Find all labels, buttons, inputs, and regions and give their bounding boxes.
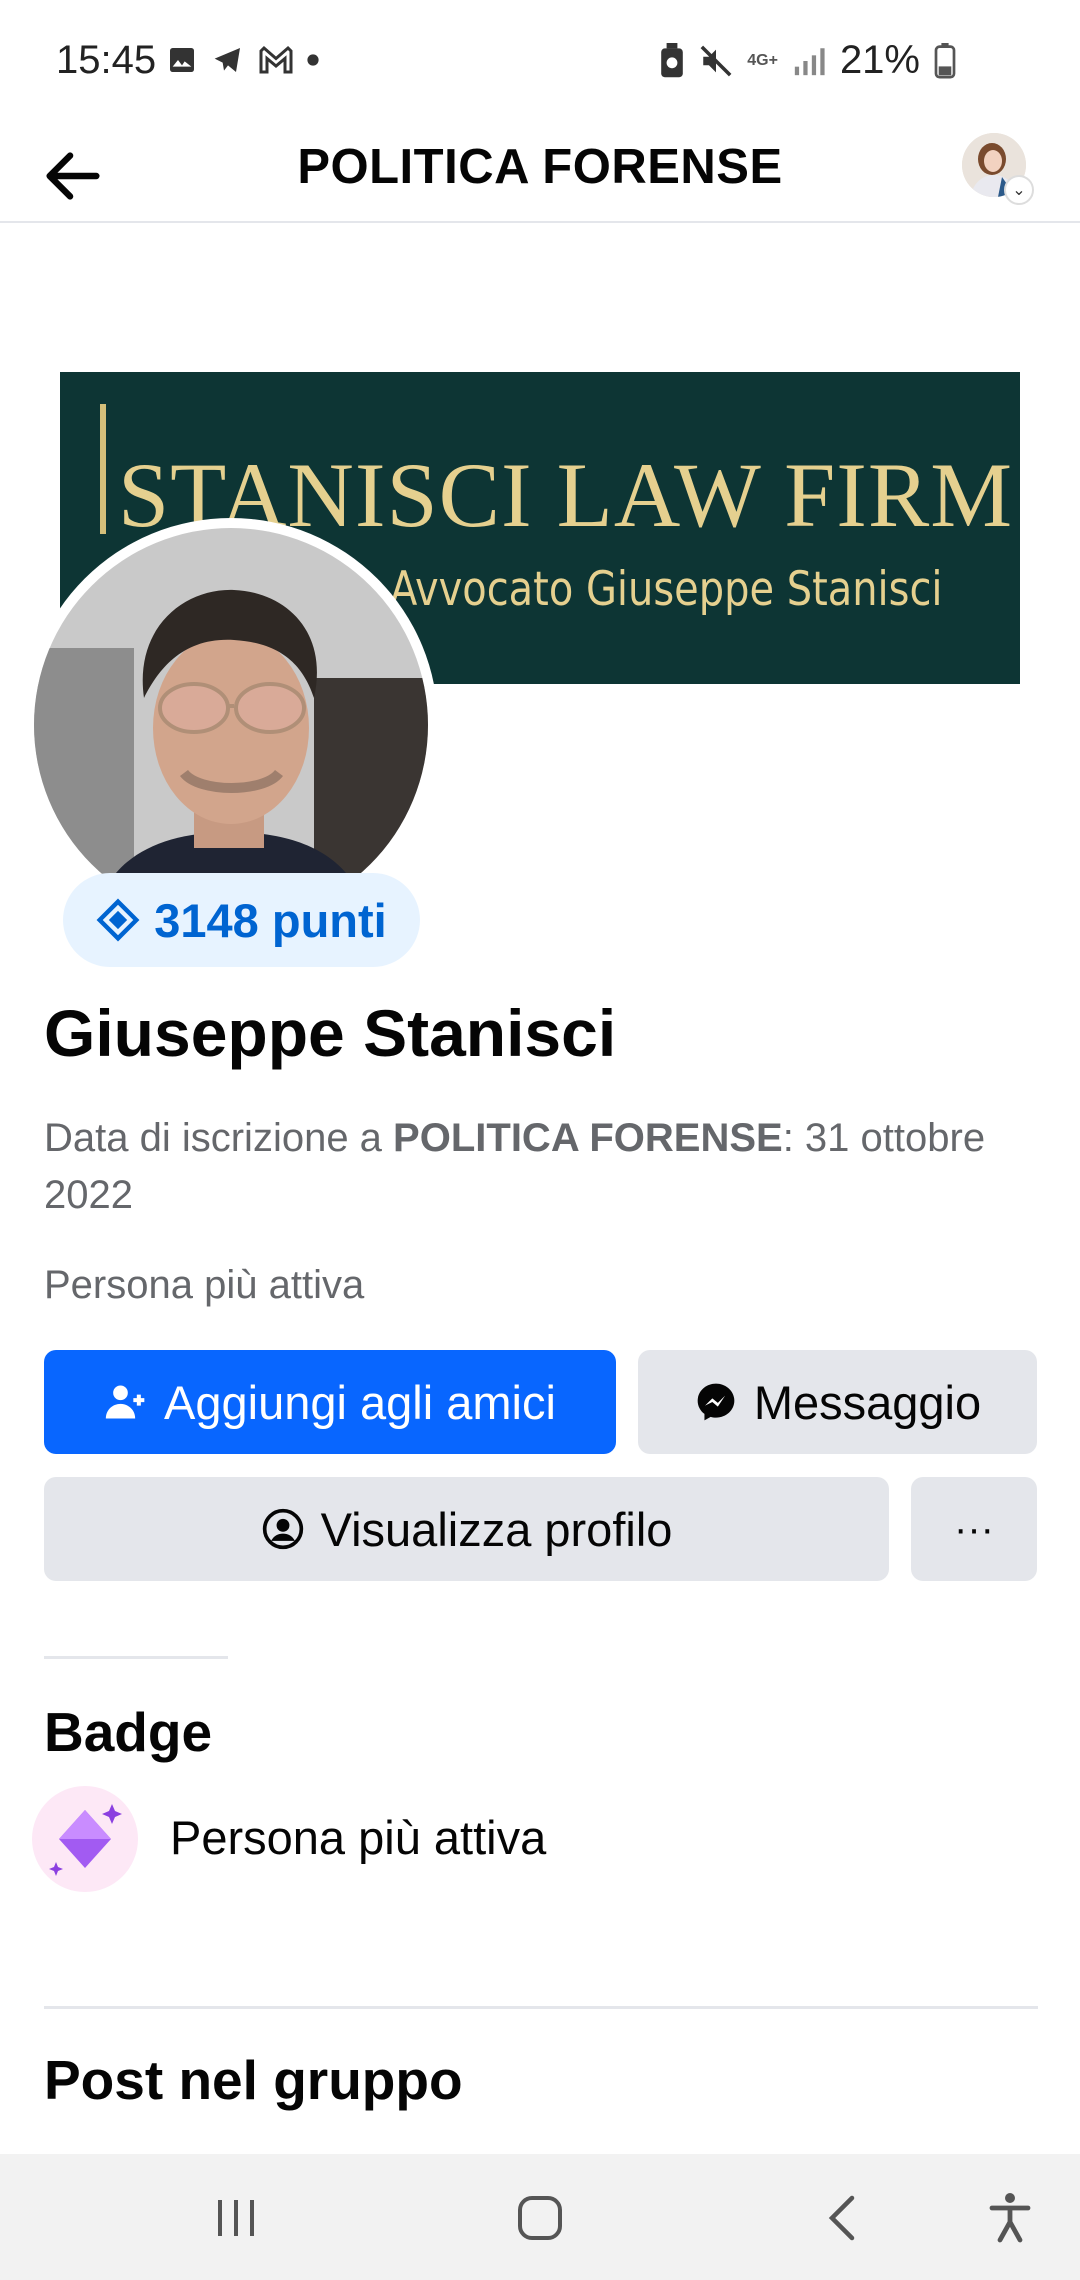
battery-saver-icon [661, 42, 684, 77]
more-options-button[interactable]: ··· [911, 1477, 1037, 1581]
badge-label: Persona più attiva [170, 1811, 547, 1864]
gallery-icon [170, 48, 194, 72]
add-friend-label: Aggiungi agli amici [164, 1375, 556, 1429]
gmail-icon [259, 45, 293, 74]
back-nav-icon[interactable] [822, 2194, 862, 2242]
points-label: 3148 punti [154, 893, 387, 947]
section-divider [44, 2006, 1038, 2009]
member-status: Persona più attiva [44, 1263, 365, 1307]
messenger-icon [697, 1383, 735, 1421]
recent-apps-icon[interactable] [214, 2196, 260, 2240]
profile-name: Giuseppe Stanisci [44, 996, 617, 1070]
notification-icons [166, 44, 320, 76]
join-date: Data di iscrizione a POLITICA FORENSE: 3… [44, 1110, 1044, 1224]
dot-icon [307, 54, 319, 66]
join-group: POLITICA FORENSE [393, 1116, 783, 1160]
app-header: POLITICA FORENSE ⌄ [0, 125, 1080, 223]
add-person-icon [105, 1385, 145, 1419]
status-time: 15:45 [56, 38, 157, 82]
points-badge[interactable]: 3148 punti [63, 873, 420, 967]
telegram-icon [214, 48, 240, 72]
battery-percent: 21% [839, 38, 920, 82]
diamond-points-icon [96, 898, 140, 942]
posts-heading: Post nel gruppo [44, 2049, 463, 2111]
mute-icon [700, 45, 732, 76]
page-title: POLITICA FORENSE [297, 140, 783, 194]
message-button[interactable]: Messaggio [638, 1350, 1037, 1454]
badge-heading: Badge [44, 1701, 213, 1763]
home-icon[interactable] [516, 2194, 564, 2242]
network-icon: 4G+ [747, 51, 778, 69]
sparkle-diamond-icon [32, 1786, 138, 1892]
signal-icon [794, 47, 825, 75]
chevron-down-icon[interactable]: ⌄ [1004, 175, 1034, 205]
message-label: Messaggio [753, 1375, 982, 1429]
add-friend-button[interactable]: Aggiungi agli amici [44, 1350, 616, 1454]
accessibility-icon[interactable] [986, 2192, 1034, 2244]
section-divider [44, 1656, 228, 1659]
system-icons: 4G+ 21% [659, 38, 956, 83]
cover-subtitle: Avvocato Giuseppe Stanisci [390, 562, 943, 617]
cover-accent-bar [100, 404, 106, 534]
status-bar: 15:45 4G+ 21% [0, 0, 1080, 125]
view-profile-label: Visualizza profilo [320, 1502, 673, 1556]
profile-photo[interactable] [34, 528, 428, 922]
user-circle-icon [262, 1508, 303, 1550]
system-nav-bar [0, 2154, 1080, 2280]
view-profile-button[interactable]: Visualizza profilo [44, 1477, 889, 1581]
battery-icon [934, 42, 956, 79]
more-icon: ··· [954, 1506, 994, 1551]
join-prefix: Data di iscrizione a [44, 1116, 394, 1160]
